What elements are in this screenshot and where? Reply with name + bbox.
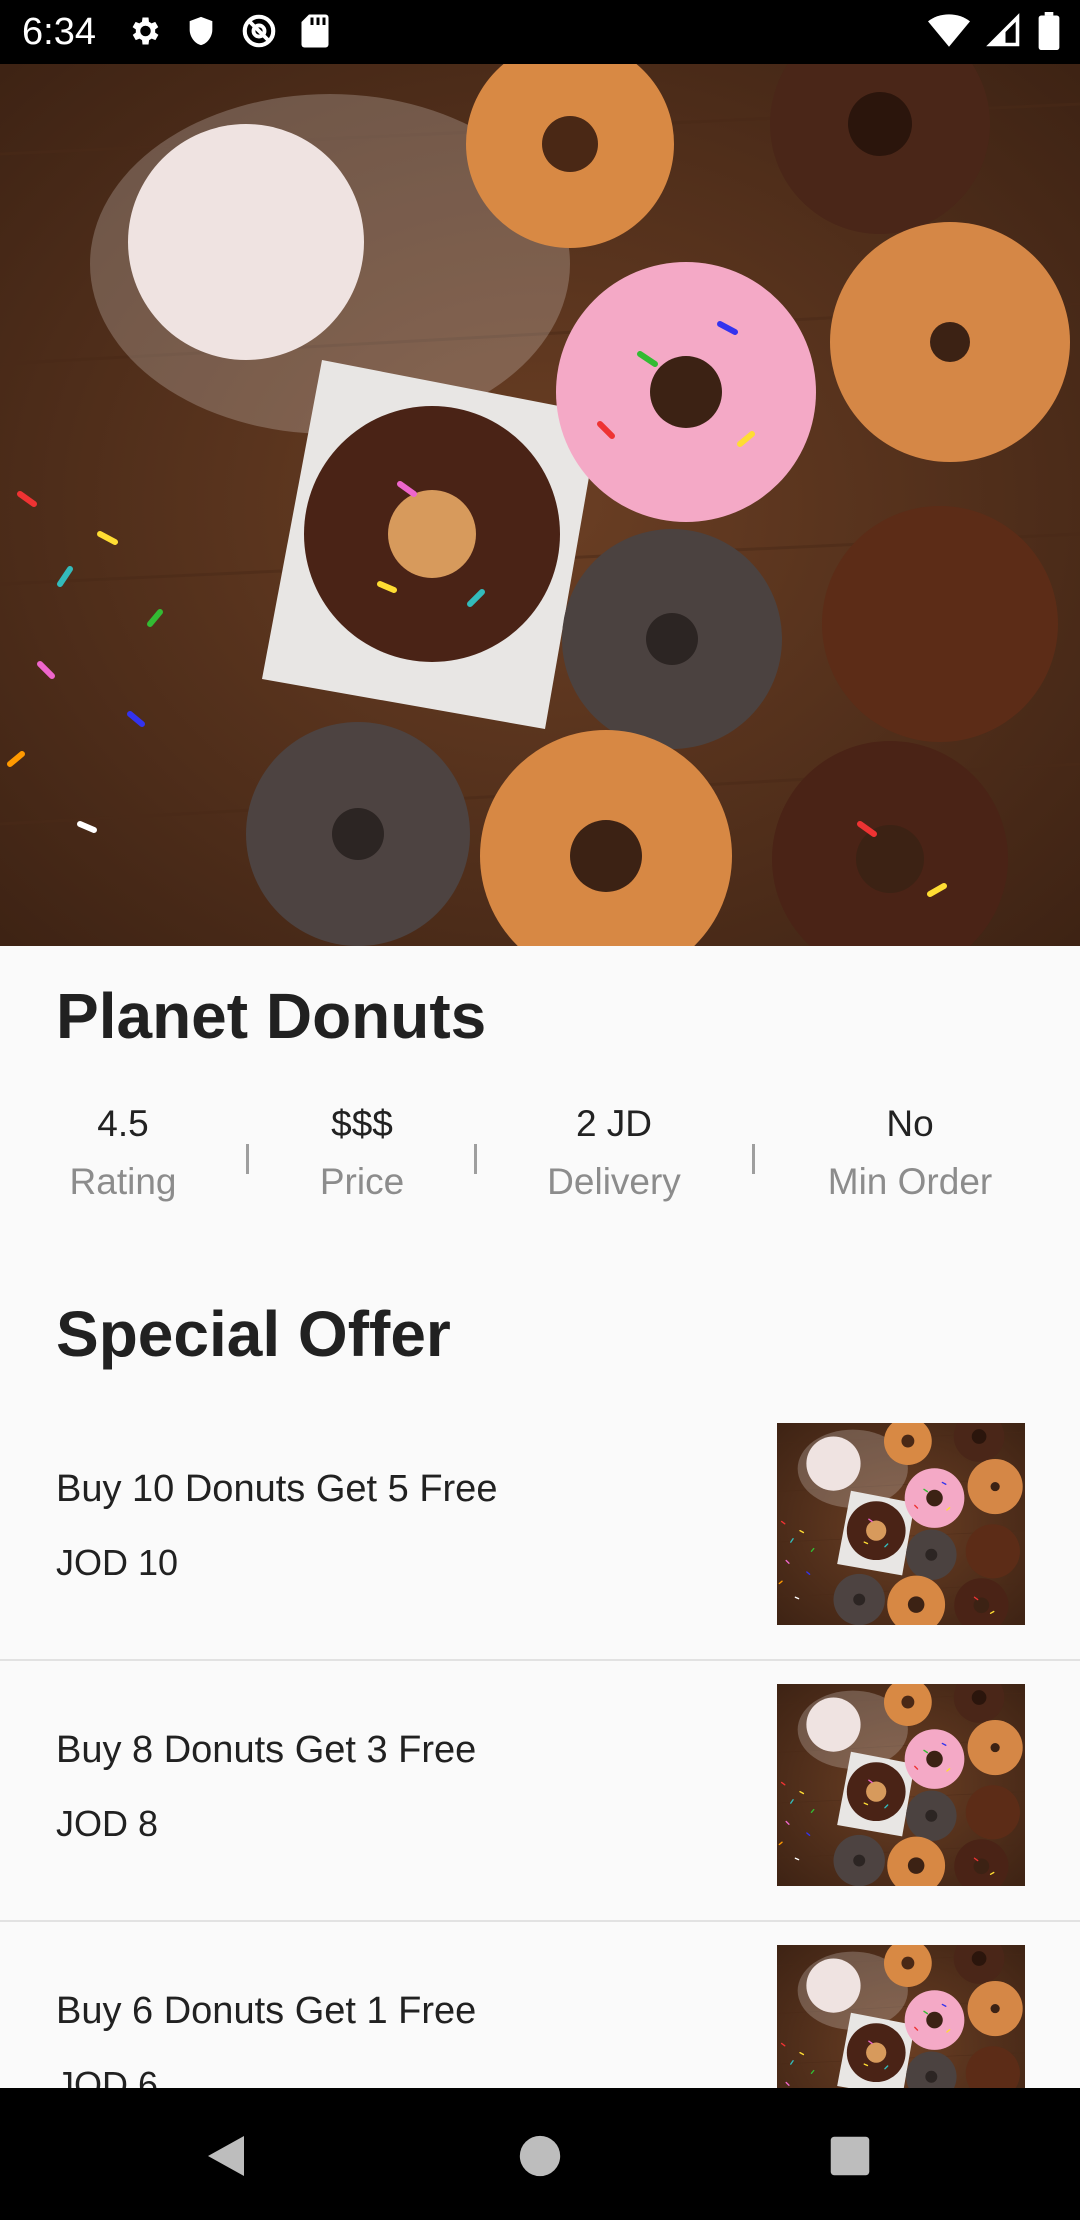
offer-thumbnail (777, 1945, 1025, 2088)
status-bar: 6:34 (0, 0, 1080, 64)
stat-value: 4.5 (97, 1103, 149, 1144)
offer-item[interactable]: Buy 10 Donuts Get 5 Free JOD 10 (0, 1400, 1080, 1661)
offer-thumbnail (777, 1684, 1025, 1886)
at-sign-icon (242, 14, 276, 48)
offer-price: JOD 8 (56, 1803, 159, 1844)
stat-min-order: No Min Order (790, 1100, 1030, 1206)
stat-value: No (886, 1103, 934, 1144)
shield-icon (189, 16, 213, 46)
offer-title: Buy 8 Donuts Get 3 Free (56, 1729, 477, 1771)
navigation-bar (0, 2088, 1080, 2220)
recents-icon (830, 2136, 870, 2176)
stat-delivery: 2 JD Delivery (514, 1100, 714, 1206)
offer-price: JOD 10 (56, 1542, 179, 1583)
offer-item[interactable]: Buy 6 Donuts Get 1 Free JOD 6 (0, 1922, 1080, 2088)
stat-price: $$$ Price (282, 1100, 442, 1206)
offer-list[interactable]: Buy 10 Donuts Get 5 Free JOD 10 Buy 8 Do… (0, 1400, 1080, 2088)
stat-label: Min Order (827, 1161, 993, 1202)
recents-button[interactable] (820, 2126, 880, 2186)
special-offer-title: Special Offer (56, 1298, 451, 1370)
wifi-icon (928, 14, 970, 47)
stat-label: Price (319, 1161, 405, 1202)
status-time: 6:34 (22, 11, 96, 53)
status-left-icons (126, 12, 330, 50)
stat-divider (752, 1144, 755, 1174)
store-title: Planet Donuts (56, 980, 487, 1052)
sd-card-icon (301, 14, 329, 48)
stat-label: Rating (69, 1161, 177, 1202)
offer-title: Buy 10 Donuts Get 5 Free (56, 1468, 498, 1510)
offer-price: JOD 6 (56, 2064, 159, 2088)
stat-divider (246, 1144, 249, 1174)
offer-title: Buy 6 Donuts Get 1 Free (56, 1990, 477, 2032)
back-button[interactable] (196, 2126, 256, 2186)
stat-value: $$$ (331, 1103, 393, 1144)
cell-signal-icon (986, 13, 1020, 47)
offer-thumbnail (777, 1423, 1025, 1625)
home-button[interactable] (510, 2126, 570, 2186)
stat-label: Delivery (547, 1161, 681, 1202)
stat-divider (474, 1144, 477, 1174)
back-icon (208, 2136, 244, 2176)
stat-rating: 4.5 Rating (40, 1100, 206, 1206)
offer-item[interactable]: Buy 8 Donuts Get 3 Free JOD 8 (0, 1661, 1080, 1922)
gear-icon (132, 17, 159, 45)
store-stats: 4.5 Rating $$$ Price 2 JD Delivery No Mi… (0, 1100, 1080, 1220)
stat-value: 2 JD (575, 1103, 653, 1144)
battery-icon (1038, 12, 1060, 50)
hero-image (0, 64, 1080, 946)
home-icon (519, 2135, 561, 2177)
status-right-icons (928, 12, 1060, 50)
